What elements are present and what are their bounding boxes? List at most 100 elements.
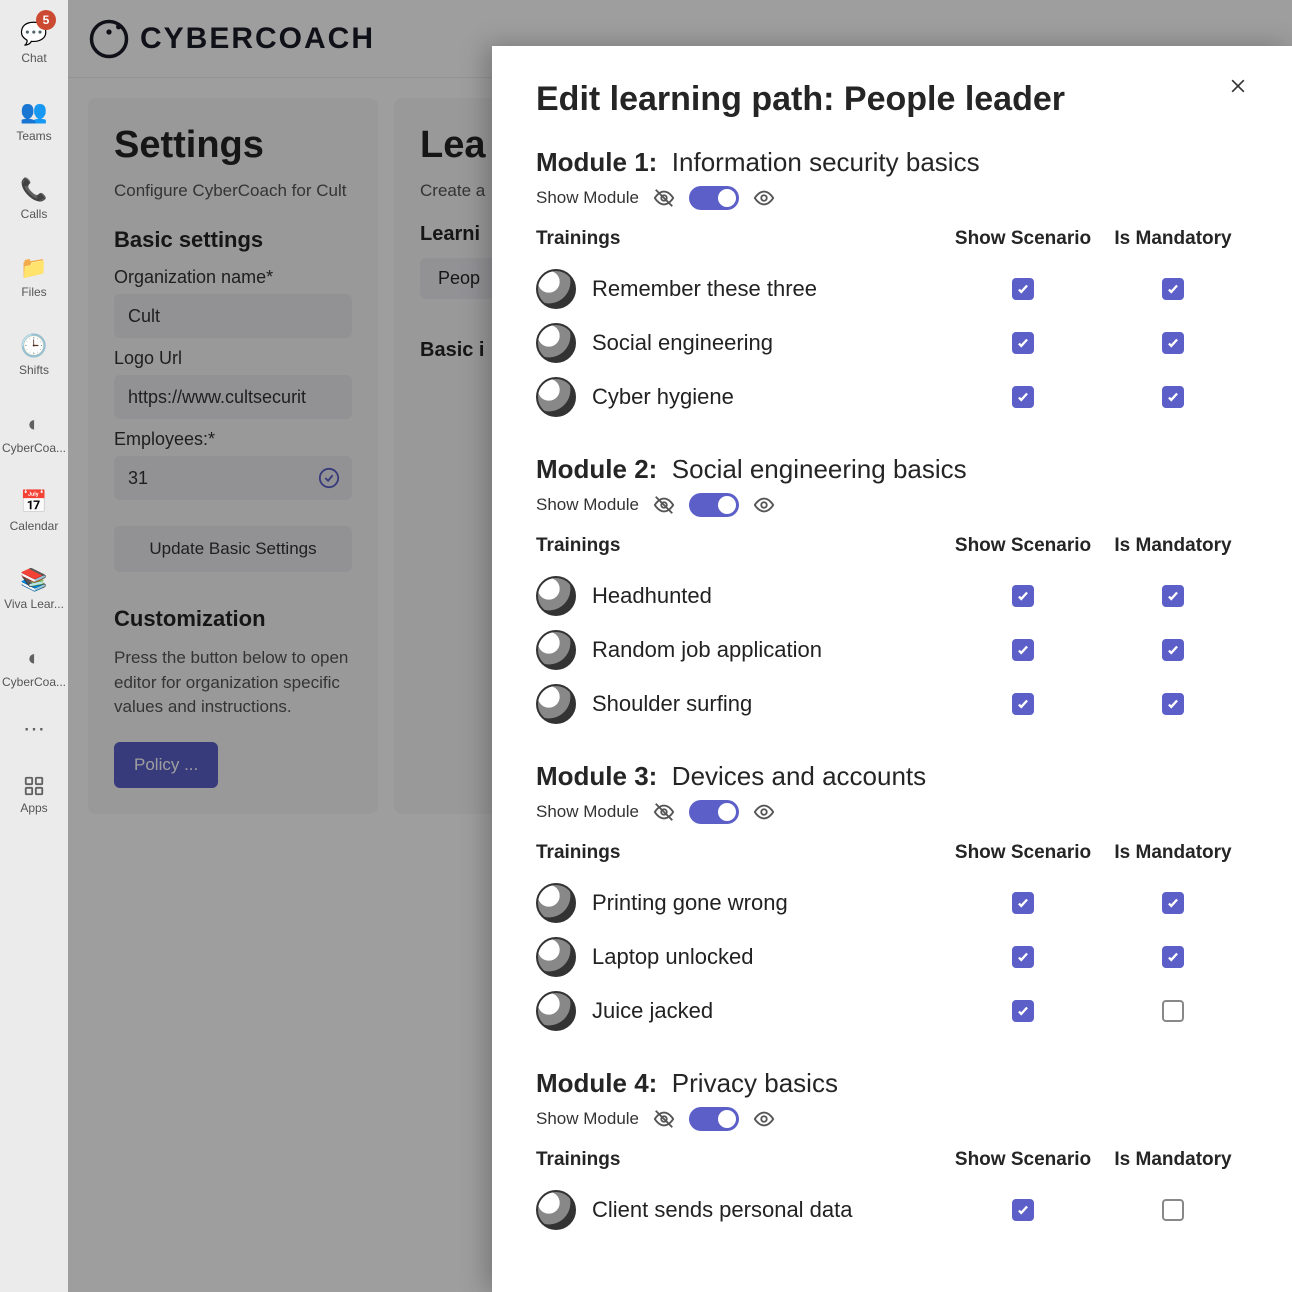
training-avatar-icon: [536, 883, 576, 923]
rail-item-cybercoa[interactable]: ◐ CyberCoa...: [0, 628, 68, 706]
rail-icon: ◐: [27, 645, 40, 671]
eye-on-icon: [753, 494, 775, 516]
show-scenario-checkbox[interactable]: [1012, 892, 1034, 914]
show-scenario-checkbox[interactable]: [1012, 332, 1034, 354]
rail-label: Teams: [16, 129, 51, 143]
rail-icon: 📅: [20, 489, 47, 515]
training-name: Cyber hygiene: [592, 384, 734, 410]
rail-item-shifts[interactable]: 🕒 Shifts: [0, 316, 68, 394]
training-avatar-icon: [536, 269, 576, 309]
show-scenario-checkbox[interactable]: [1012, 1000, 1034, 1022]
rail-icon: 📁: [20, 255, 47, 281]
eye-on-icon: [753, 801, 775, 823]
th-is-mandatory: Is Mandatory: [1098, 1149, 1248, 1171]
show-module-label: Show Module: [536, 1109, 639, 1129]
is-mandatory-checkbox[interactable]: [1162, 386, 1184, 408]
th-show-scenario: Show Scenario: [948, 842, 1098, 864]
rail-label: CyberCoa...: [2, 441, 66, 455]
th-trainings: Trainings: [536, 842, 948, 864]
rail-label: Calendar: [10, 519, 59, 533]
training-row: Laptop unlocked: [536, 930, 1248, 984]
close-button[interactable]: [1228, 76, 1248, 96]
training-avatar-icon: [536, 323, 576, 363]
rail-label: Calls: [21, 207, 48, 221]
training-row: Remember these three: [536, 262, 1248, 316]
is-mandatory-checkbox[interactable]: [1162, 892, 1184, 914]
training-row: Printing gone wrong: [536, 876, 1248, 930]
th-is-mandatory: Is Mandatory: [1098, 228, 1248, 250]
show-module-toggle[interactable]: [689, 493, 739, 517]
show-scenario-checkbox[interactable]: [1012, 386, 1034, 408]
training-avatar-icon: [536, 684, 576, 724]
is-mandatory-checkbox[interactable]: [1162, 278, 1184, 300]
is-mandatory-checkbox[interactable]: [1162, 1000, 1184, 1022]
eye-off-icon: [653, 187, 675, 209]
is-mandatory-checkbox[interactable]: [1162, 585, 1184, 607]
rail-apps-label: Apps: [20, 801, 47, 815]
show-scenario-checkbox[interactable]: [1012, 278, 1034, 300]
rail-item-cybercoa[interactable]: ◐CyberCoa...: [0, 394, 68, 472]
edit-learning-path-panel: Edit learning path: People leader Module…: [492, 46, 1292, 1292]
rail-item-files[interactable]: 📁 Files: [0, 238, 68, 316]
training-row: Social engineering: [536, 316, 1248, 370]
eye-on-icon: [753, 187, 775, 209]
training-name: Social engineering: [592, 330, 773, 356]
show-module-toggle[interactable]: [689, 800, 739, 824]
th-show-scenario: Show Scenario: [948, 535, 1098, 557]
training-avatar-icon: [536, 377, 576, 417]
rail-item-teams[interactable]: 👥Teams: [0, 82, 68, 160]
rail-label: Shifts: [19, 363, 49, 377]
rail-apps[interactable]: Apps: [0, 756, 68, 834]
th-trainings: Trainings: [536, 1149, 948, 1171]
ellipsis-icon: ⋯: [23, 716, 45, 742]
rail-item-calls[interactable]: 📞 Calls: [0, 160, 68, 238]
module-heading: Module 2: Social engineering basics: [536, 454, 1248, 485]
th-trainings: Trainings: [536, 228, 948, 250]
rail-item-calendar[interactable]: 📅 Calendar: [0, 472, 68, 550]
is-mandatory-checkbox[interactable]: [1162, 639, 1184, 661]
is-mandatory-checkbox[interactable]: [1162, 946, 1184, 968]
rail-item-vivalear[interactable]: 📚Viva Lear...: [0, 550, 68, 628]
th-show-scenario: Show Scenario: [948, 228, 1098, 250]
training-avatar-icon: [536, 1190, 576, 1230]
eye-off-icon: [653, 1108, 675, 1130]
training-row: Random job application: [536, 623, 1248, 677]
rail-icon: 🕒: [20, 333, 47, 359]
show-module-label: Show Module: [536, 188, 639, 208]
show-module-toggle[interactable]: [689, 1107, 739, 1131]
is-mandatory-checkbox[interactable]: [1162, 693, 1184, 715]
rail-more[interactable]: ⋯: [0, 706, 68, 756]
rail-icon: 📞: [20, 177, 47, 203]
th-is-mandatory: Is Mandatory: [1098, 842, 1248, 864]
eye-off-icon: [653, 801, 675, 823]
rail-label: Files: [21, 285, 46, 299]
training-avatar-icon: [536, 937, 576, 977]
show-scenario-checkbox[interactable]: [1012, 585, 1034, 607]
module-block: Module 1: Information security basics Sh…: [536, 147, 1248, 424]
training-header-row: Trainings Show Scenario Is Mandatory: [536, 228, 1248, 250]
module-block: Module 3: Devices and accounts Show Modu…: [536, 761, 1248, 1038]
module-heading: Module 1: Information security basics: [536, 147, 1248, 178]
training-name: Remember these three: [592, 276, 817, 302]
training-name: Printing gone wrong: [592, 890, 788, 916]
training-row: Headhunted: [536, 569, 1248, 623]
is-mandatory-checkbox[interactable]: [1162, 1199, 1184, 1221]
training-row: Shoulder surfing: [536, 677, 1248, 731]
show-scenario-checkbox[interactable]: [1012, 946, 1034, 968]
eye-off-icon: [653, 494, 675, 516]
training-name: Juice jacked: [592, 998, 713, 1024]
rail-label: CyberCoa...: [2, 675, 66, 689]
rail-icon: 📚: [20, 567, 47, 593]
training-avatar-icon: [536, 630, 576, 670]
training-name: Headhunted: [592, 583, 712, 609]
show-scenario-checkbox[interactable]: [1012, 1199, 1034, 1221]
is-mandatory-checkbox[interactable]: [1162, 332, 1184, 354]
show-module-toggle[interactable]: [689, 186, 739, 210]
show-scenario-checkbox[interactable]: [1012, 693, 1034, 715]
rail-item-chat[interactable]: 5💬Chat: [0, 4, 68, 82]
notification-badge: 5: [36, 10, 56, 30]
show-scenario-checkbox[interactable]: [1012, 639, 1034, 661]
module-heading: Module 3: Devices and accounts: [536, 761, 1248, 792]
training-avatar-icon: [536, 991, 576, 1031]
th-is-mandatory: Is Mandatory: [1098, 535, 1248, 557]
